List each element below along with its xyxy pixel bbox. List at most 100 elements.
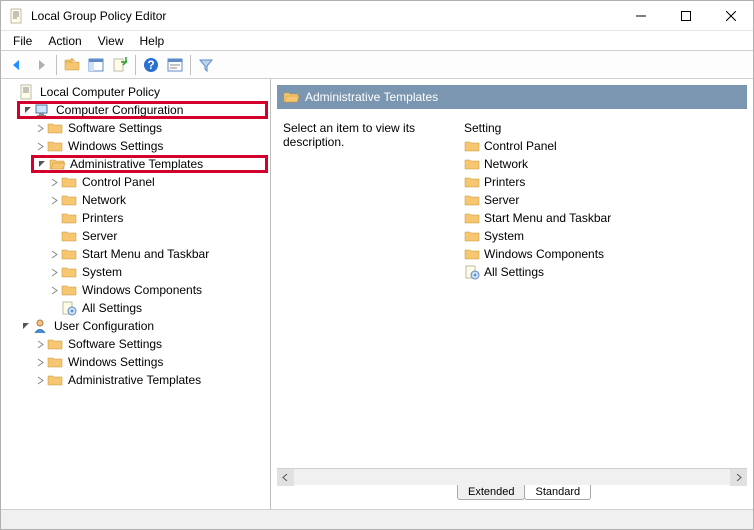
tree-item-label: Software Settings [66,121,164,135]
tree-admin-network[interactable]: Network [45,191,268,209]
list-item-network[interactable]: Network [458,155,747,173]
content-body: Select an item to view its description. … [277,115,747,462]
tree-item-label: Windows Settings [66,355,165,369]
tree-comp-windows-settings[interactable]: Windows Settings [31,137,268,155]
filter-button[interactable] [194,53,218,77]
tree-user-windows-settings[interactable]: Windows Settings [31,353,268,371]
horizontal-scrollbar[interactable] [277,468,747,485]
folder-icon [61,174,77,190]
back-button[interactable] [5,53,29,77]
tree-item-label: Administrative Templates [68,157,205,171]
folder-open-icon [49,156,65,172]
tree-user-configuration-label: User Configuration [52,319,156,333]
tree-computer-configuration[interactable]: Computer Configuration [17,101,268,119]
tree-comp-admin-templates[interactable]: Administrative Templates [31,155,268,173]
tree-admin-printers[interactable]: Printers [45,209,268,227]
tab-extended[interactable]: Extended [457,485,525,500]
chevron-down-icon[interactable] [5,85,19,99]
tree-comp-software-settings[interactable]: Software Settings [31,119,268,137]
tree-item-label: Start Menu and Taskbar [80,247,211,261]
maximize-button[interactable] [663,1,708,31]
tree-admin-system[interactable]: System [45,263,268,281]
tree-admin-control-panel[interactable]: Control Panel [45,173,268,191]
forward-button[interactable] [29,53,53,77]
tree-user-software-settings[interactable]: Software Settings [31,335,268,353]
chevron-right-icon[interactable] [47,265,61,279]
tree-root-label: Local Computer Policy [38,85,162,99]
settings-icon [61,300,77,316]
chevron-right-icon[interactable] [33,121,47,135]
list-item-label: Printers [484,175,525,189]
list-item-start-menu[interactable]: Start Menu and Taskbar [458,209,747,227]
folder-icon [61,246,77,262]
toolbar-separator [56,55,57,75]
export-button[interactable] [108,53,132,77]
toolbar: ? [1,51,753,79]
list-items[interactable]: Control Panel Network Printers Server St… [458,137,747,458]
chevron-down-icon[interactable] [35,157,49,171]
chevron-right-icon[interactable] [47,193,61,207]
folder-icon [464,192,480,208]
tree-admin-win-comp[interactable]: Windows Components [45,281,268,299]
list-item-label: Windows Components [484,247,604,261]
list-item-system[interactable]: System [458,227,747,245]
menu-bar: File Action View Help [1,31,753,51]
menu-action[interactable]: Action [40,32,89,50]
chevron-right-icon[interactable] [47,247,61,261]
status-bar [1,509,753,529]
user-icon [33,318,49,334]
menu-file[interactable]: File [5,32,40,50]
menu-help[interactable]: Help [132,32,173,50]
content-panel: Administrative Templates Select an item … [271,79,753,509]
close-button[interactable] [708,1,753,31]
list-item-printers[interactable]: Printers [458,173,747,191]
help-button[interactable]: ? [139,53,163,77]
chevron-right-icon[interactable] [47,175,61,189]
window-buttons [618,1,753,31]
list-item-server[interactable]: Server [458,191,747,209]
chevron-right-icon[interactable] [33,373,47,387]
folder-icon [47,354,63,370]
folder-open-icon [283,89,299,105]
list-item-label: Control Panel [484,139,557,153]
tree-admin-start-menu[interactable]: Start Menu and Taskbar [45,245,268,263]
view-tabs: Extended Standard [457,485,747,505]
tree-user-configuration[interactable]: User Configuration [17,317,268,335]
list-item-label: Server [484,193,519,207]
policy-icon [19,84,35,100]
folder-icon [464,156,480,172]
tab-standard[interactable]: Standard [524,485,591,500]
tree-item-label: Administrative Templates [66,373,203,387]
tree-panel[interactable]: Local Computer Policy Computer Configura… [1,79,271,509]
chevron-right-icon[interactable] [33,355,47,369]
chevron-right-icon[interactable] [47,283,61,297]
content-header: Administrative Templates [277,85,747,109]
tree-admin-server[interactable]: Server [45,227,268,245]
list-item-windows-components[interactable]: Windows Components [458,245,747,263]
chevron-down-icon[interactable] [19,319,33,333]
folder-icon [61,228,77,244]
main-area: Local Computer Policy Computer Configura… [1,79,753,509]
list-item-label: System [484,229,524,243]
tree-item-label: Windows Components [80,283,204,297]
chevron-right-icon[interactable] [33,139,47,153]
properties-button[interactable] [163,53,187,77]
folder-icon [47,372,63,388]
up-button[interactable] [60,53,84,77]
scroll-right-button[interactable] [730,469,747,486]
list-item-control-panel[interactable]: Control Panel [458,137,747,155]
menu-view[interactable]: View [90,32,132,50]
tree-item-label: Control Panel [80,175,157,189]
chevron-right-icon[interactable] [33,337,47,351]
tree-user-admin-templates[interactable]: Administrative Templates [31,371,268,389]
minimize-button[interactable] [618,1,663,31]
list-item-all-settings[interactable]: All Settings [458,263,747,281]
tree-item-label: Server [80,229,119,243]
scroll-left-button[interactable] [277,469,294,486]
show-hide-tree-button[interactable] [84,53,108,77]
list-header-setting[interactable]: Setting [458,119,747,137]
settings-list-pane: Setting Control Panel Network Printers S… [457,115,747,462]
tree-admin-all-settings[interactable]: All Settings [45,299,268,317]
tree-root[interactable]: Local Computer Policy [3,83,268,101]
chevron-down-icon[interactable] [21,103,35,117]
